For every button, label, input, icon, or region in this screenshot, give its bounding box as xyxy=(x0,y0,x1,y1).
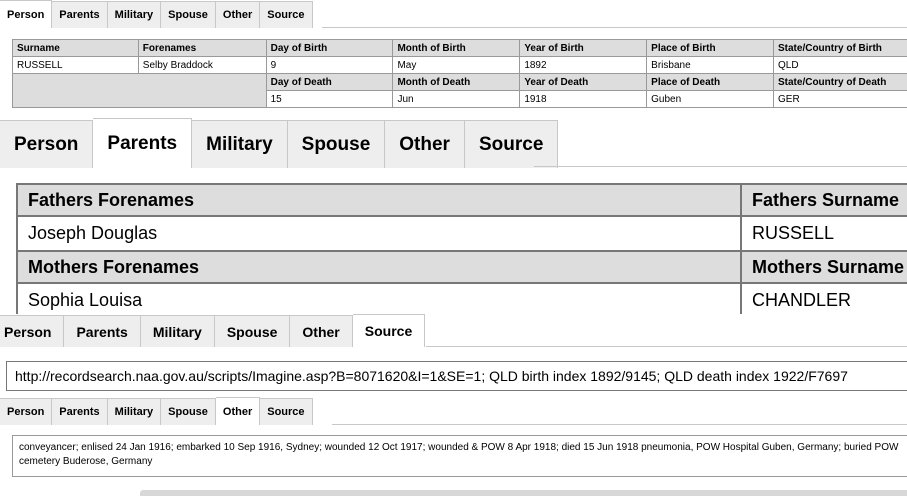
blank-cell xyxy=(12,73,267,108)
tab-military[interactable]: Military xyxy=(140,315,215,347)
forenames-header: Forenames xyxy=(137,39,267,57)
horizontal-scrollbar[interactable] xyxy=(140,490,907,496)
state-of-birth-header: State/Country of Birth xyxy=(773,39,907,57)
person-table: Surname Forenames Day of Birth Month of … xyxy=(12,39,907,108)
tab-baseline xyxy=(426,346,907,347)
tab-parents[interactable]: Parents xyxy=(64,315,141,347)
parents-table: Fathers Forenames Fathers Surname Joseph… xyxy=(16,183,907,314)
surname-header: Surname xyxy=(12,39,139,57)
tab-parents[interactable]: Parents xyxy=(52,398,108,425)
source-panel: Person Parents Military Spouse Other Sou… xyxy=(0,314,907,405)
tab-spouse[interactable]: Spouse xyxy=(287,120,386,168)
tab-baseline xyxy=(322,27,907,28)
tab-spouse[interactable]: Spouse xyxy=(161,1,216,28)
tab-person[interactable]: Person xyxy=(0,315,65,347)
state-of-death-header: State/Country of Death xyxy=(773,73,907,91)
mothers-surname-header: Mothers Surname xyxy=(739,250,907,284)
mothers-forenames-header: Mothers Forenames xyxy=(16,250,742,284)
tab-military[interactable]: Military xyxy=(107,1,162,28)
year-of-birth-header: Year of Birth xyxy=(519,39,648,57)
tab-other[interactable]: Other xyxy=(290,315,353,347)
source-text-field[interactable]: http://recordsearch.naa.gov.au/scripts/I… xyxy=(6,361,907,391)
tab-other[interactable]: Other xyxy=(215,397,261,425)
mother-value-row: Sophia Louisa CHANDLER xyxy=(16,282,907,314)
month-of-birth-header: Month of Birth xyxy=(392,39,521,57)
tab-source[interactable]: Source xyxy=(260,398,313,425)
tab-source[interactable]: Source xyxy=(464,120,559,168)
month-of-death-header: Month of Death xyxy=(392,73,521,91)
tab-spouse[interactable]: Spouse xyxy=(214,315,291,347)
mothers-forenames-value: Sophia Louisa xyxy=(16,282,742,314)
parents-panel: Person Parents Military Spouse Other Sou… xyxy=(0,118,907,314)
tab-baseline xyxy=(534,166,907,167)
other-panel: Person Parents Military Spouse Other Sou… xyxy=(0,397,907,496)
tab-person[interactable]: Person xyxy=(0,120,94,168)
tab-military[interactable]: Military xyxy=(107,398,162,425)
father-header-row: Fathers Forenames Fathers Surname xyxy=(16,183,907,217)
day-of-birth-header: Day of Birth xyxy=(265,39,394,57)
mother-header-row: Mothers Forenames Mothers Surname xyxy=(16,250,907,284)
year-of-birth-value: 1892 xyxy=(519,56,648,74)
tab-person[interactable]: Person xyxy=(0,398,53,425)
tab-other[interactable]: Other xyxy=(215,1,261,28)
tab-military[interactable]: Military xyxy=(192,120,288,168)
fathers-forenames-header: Fathers Forenames xyxy=(16,183,742,217)
day-of-death-value: 15 xyxy=(265,90,394,108)
other-text-field[interactable]: conveyancer; enlised 24 Jan 1916; embark… xyxy=(12,435,907,477)
tab-other[interactable]: Other xyxy=(385,120,465,168)
state-of-birth-value: QLD xyxy=(773,56,907,74)
mothers-surname-value: CHANDLER xyxy=(739,282,907,314)
tab-parents[interactable]: Parents xyxy=(93,118,193,168)
month-of-birth-value: May xyxy=(392,56,521,74)
place-of-birth-header: Place of Birth xyxy=(646,39,774,57)
death-header-row: Day of Death Month of Death Year of Deat… xyxy=(12,73,907,108)
tab-bar: Person Parents Military Spouse Other Sou… xyxy=(0,0,313,28)
tab-bar: Person Parents Military Spouse Other Sou… xyxy=(0,118,559,168)
day-of-death-header: Day of Death xyxy=(265,73,394,91)
state-of-death-value: GER xyxy=(773,90,907,108)
fathers-surname-header: Fathers Surname xyxy=(739,183,907,217)
tab-baseline xyxy=(332,424,907,425)
year-of-death-value: 1918 xyxy=(519,90,648,108)
tab-parents[interactable]: Parents xyxy=(52,1,108,28)
place-of-death-header: Place of Death xyxy=(646,73,774,91)
fathers-forenames-value: Joseph Douglas xyxy=(16,215,742,252)
place-of-death-value: Guben xyxy=(646,90,774,108)
tab-person[interactable]: Person xyxy=(0,0,53,28)
birth-value-row: RUSSELL Selby Braddock 9 May 1892 Brisba… xyxy=(12,56,907,74)
day-of-birth-value: 9 xyxy=(265,56,394,74)
tab-bar: Person Parents Military Spouse Other Sou… xyxy=(0,397,313,425)
tab-source[interactable]: Source xyxy=(352,314,426,347)
place-of-birth-value: Brisbane xyxy=(646,56,774,74)
surname-value: RUSSELL xyxy=(12,56,139,74)
father-value-row: Joseph Douglas RUSSELL xyxy=(16,215,907,252)
person-panel: Person Parents Military Spouse Other Sou… xyxy=(0,0,907,118)
birth-header-row: Surname Forenames Day of Birth Month of … xyxy=(12,39,907,57)
month-of-death-value: Jun xyxy=(392,90,521,108)
fathers-surname-value: RUSSELL xyxy=(739,215,907,252)
tab-spouse[interactable]: Spouse xyxy=(161,398,216,425)
year-of-death-header: Year of Death xyxy=(519,73,648,91)
tab-source[interactable]: Source xyxy=(260,1,313,28)
tab-bar: Person Parents Military Spouse Other Sou… xyxy=(0,314,426,347)
forenames-value: Selby Braddock xyxy=(137,56,267,74)
